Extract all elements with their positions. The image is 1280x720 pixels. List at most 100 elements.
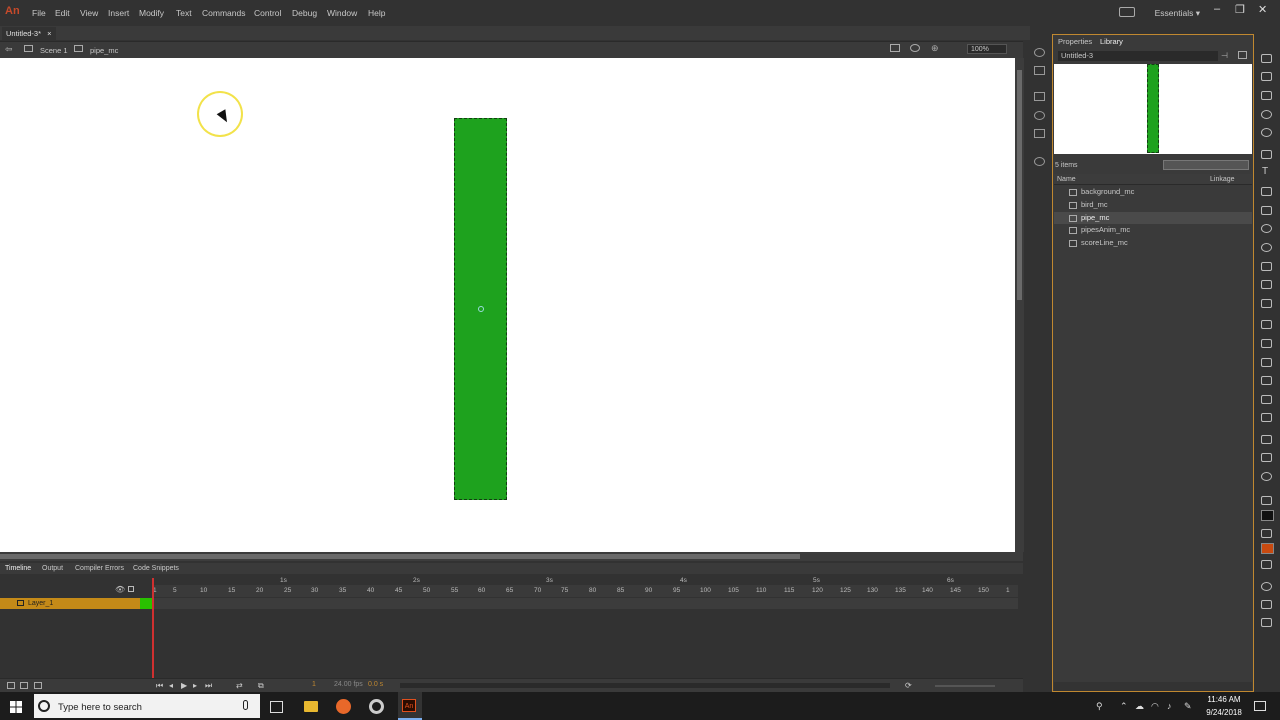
close-button[interactable]: ✕ <box>1258 3 1267 16</box>
volume-icon[interactable]: ♪ <box>1167 701 1172 711</box>
frame-rate[interactable]: 24.00 fps <box>334 681 363 688</box>
menu-edit[interactable]: Edit <box>55 8 70 18</box>
play-icon[interactable]: ▶ <box>181 681 187 690</box>
back-arrow-icon[interactable]: ⇦ <box>5 44 13 55</box>
clock-date[interactable]: 9/24/2018 <box>1198 708 1250 717</box>
new-folder-icon[interactable] <box>20 682 28 689</box>
tab-properties[interactable]: Properties <box>1058 37 1092 46</box>
visibility-eye-icon[interactable]: 👁 <box>115 585 125 594</box>
lasso-tool-icon[interactable] <box>1261 128 1272 137</box>
paint-brush-tool-icon[interactable] <box>1261 299 1272 308</box>
menu-commands[interactable]: Commands <box>202 8 245 18</box>
polystar-tool-icon[interactable] <box>1261 243 1272 252</box>
frame-ruler[interactable] <box>153 585 1018 597</box>
tab-output[interactable]: Output <box>42 565 63 572</box>
breadcrumb-scene[interactable]: Scene 1 <box>40 46 68 55</box>
first-frame-icon[interactable]: ⏮ <box>156 681 163 691</box>
free-transform-tool-icon[interactable] <box>1261 91 1272 100</box>
snap-to-objects-icon[interactable] <box>1261 582 1272 591</box>
windows-start-icon[interactable] <box>10 701 22 713</box>
column-name[interactable]: Name <box>1057 176 1076 183</box>
timeline-horizontal-scrollbar[interactable] <box>400 683 890 688</box>
playhead[interactable] <box>152 578 154 678</box>
menu-insert[interactable]: Insert <box>108 8 129 18</box>
eraser-tool-icon[interactable] <box>1261 395 1272 404</box>
tab-compiler-errors[interactable]: Compiler Errors <box>75 565 124 572</box>
smooth-icon[interactable] <box>1261 600 1272 609</box>
line-tool-icon[interactable] <box>1261 187 1272 196</box>
people-icon[interactable]: ⚲ <box>1096 701 1103 712</box>
frame-size-slider[interactable] <box>935 685 995 687</box>
center-stage-icon[interactable]: ⊕ <box>931 43 939 54</box>
stroke-color-swatch[interactable] <box>1261 510 1274 521</box>
3d-rotation-tool-icon[interactable] <box>1261 110 1272 119</box>
onion-skin-icon[interactable]: ⧉ <box>258 681 264 691</box>
lock-icon[interactable] <box>128 586 134 592</box>
library-search-input[interactable] <box>1163 160 1249 170</box>
library-item-selected[interactable]: pipe_mc <box>1054 212 1252 224</box>
zoom-select[interactable]: 100% <box>967 44 1007 54</box>
step-back-icon[interactable]: ◂ <box>169 681 173 690</box>
ink-bottle-tool-icon[interactable] <box>1261 358 1272 367</box>
subselection-tool-icon[interactable] <box>1261 72 1272 81</box>
straighten-icon[interactable] <box>1261 618 1272 627</box>
bone-tool-icon[interactable] <box>1261 320 1272 329</box>
document-tab[interactable]: Untitled-3* × <box>2 27 56 40</box>
selection-tool-icon[interactable] <box>1261 54 1272 63</box>
transform-icon[interactable] <box>1034 129 1045 138</box>
firefox-icon[interactable] <box>336 699 351 714</box>
loop-icon[interactable]: ⇄ <box>236 681 243 690</box>
snap-icon[interactable] <box>890 44 900 52</box>
network-app-icon[interactable]: ☁ <box>1135 701 1144 712</box>
align-icon[interactable] <box>1034 92 1045 101</box>
library-item[interactable]: bird_mc <box>1054 199 1252 211</box>
pen-workspace-icon[interactable]: ✎ <box>1184 701 1192 712</box>
text-tool-icon[interactable]: T <box>1262 166 1268 177</box>
menu-file[interactable]: File <box>32 8 46 18</box>
camera-tool-icon[interactable] <box>1261 435 1272 444</box>
breadcrumb-symbol[interactable]: pipe_mc <box>90 46 118 55</box>
keyframe[interactable] <box>140 598 152 609</box>
horizontal-scroll-thumb[interactable] <box>0 554 800 559</box>
width-tool-icon[interactable] <box>1261 413 1272 422</box>
delete-layer-icon[interactable] <box>34 682 42 689</box>
library-item[interactable]: background_mc <box>1054 186 1252 198</box>
rectangle-tool-icon[interactable] <box>1261 206 1272 215</box>
file-explorer-icon[interactable] <box>304 701 318 712</box>
edit-symbols-icon[interactable] <box>910 44 920 52</box>
center-frame-icon[interactable]: ⟳ <box>905 681 912 690</box>
swap-colors-icon[interactable] <box>1261 560 1272 569</box>
pen-tool-icon[interactable] <box>1261 150 1272 159</box>
new-layer-icon[interactable] <box>7 682 15 689</box>
eyedropper-tool-icon[interactable] <box>1261 376 1272 385</box>
microphone-icon[interactable] <box>243 700 248 710</box>
step-forward-icon[interactable]: ▸ <box>193 681 197 690</box>
library-document-select[interactable]: Untitled-3 <box>1058 51 1218 61</box>
new-library-icon[interactable] <box>1238 51 1247 59</box>
minimize-button[interactable]: – <box>1214 3 1220 15</box>
library-item[interactable]: pipesAnim_mc <box>1054 224 1252 236</box>
menu-modify[interactable]: Modify <box>139 8 164 18</box>
close-tab-icon[interactable]: × <box>47 29 51 38</box>
tab-code-snippets[interactable]: Code Snippets <box>133 565 179 572</box>
menu-text[interactable]: Text <box>176 8 192 18</box>
tray-chevron-icon[interactable]: ⌃ <box>1120 701 1128 712</box>
layer-name[interactable]: Layer_1 <box>28 600 53 607</box>
info-icon[interactable] <box>1034 111 1045 120</box>
last-frame-icon[interactable]: ⏭ <box>205 681 212 691</box>
menu-control[interactable]: Control <box>254 8 281 18</box>
hand-tool-icon[interactable] <box>1261 453 1272 462</box>
vertical-scroll-thumb[interactable] <box>1017 70 1022 300</box>
fill-color-swatch[interactable] <box>1261 543 1274 554</box>
menu-window[interactable]: Window <box>327 8 357 18</box>
zoom-tool-icon[interactable] <box>1261 472 1272 481</box>
menu-help[interactable]: Help <box>368 8 385 18</box>
brush-tool-icon[interactable] <box>1261 280 1272 289</box>
tab-timeline[interactable]: Timeline <box>5 565 31 572</box>
chrome-icon[interactable] <box>369 699 384 714</box>
clock-time[interactable]: 11:46 AM <box>1198 695 1250 704</box>
components-icon[interactable] <box>1034 157 1045 166</box>
stage[interactable] <box>0 58 1015 552</box>
wifi-icon[interactable]: ◠ <box>1151 701 1159 712</box>
oval-tool-icon[interactable] <box>1261 224 1272 233</box>
